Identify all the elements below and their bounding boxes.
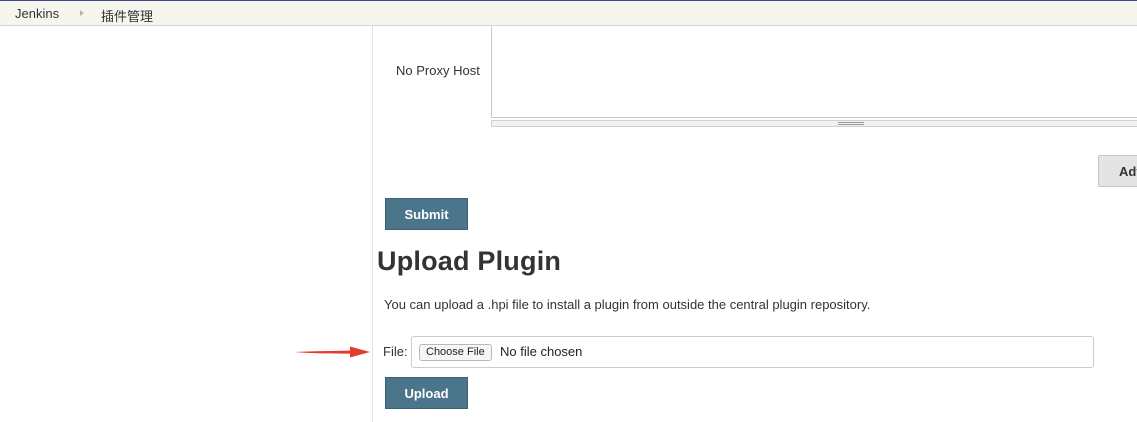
no-proxy-host-textarea[interactable] bbox=[491, 26, 1137, 118]
textarea-resize-handle[interactable] bbox=[491, 120, 1137, 127]
red-arrow-annotation-icon bbox=[294, 346, 370, 358]
upload-plugin-description: You can upload a .hpi file to install a … bbox=[384, 297, 871, 312]
breadcrumb-separator-icon bbox=[80, 10, 84, 16]
sidebar-divider bbox=[372, 26, 373, 422]
resize-grip-icon bbox=[838, 122, 864, 125]
breadcrumb-plugin-manager-link[interactable]: 插件管理 bbox=[101, 6, 153, 25]
submit-button[interactable]: Submit bbox=[385, 198, 468, 230]
file-input[interactable]: Choose File No file chosen bbox=[411, 336, 1094, 368]
upload-button[interactable]: Upload bbox=[385, 377, 468, 409]
choose-file-button[interactable]: Choose File bbox=[419, 344, 492, 361]
breadcrumb-jenkins-link[interactable]: Jenkins bbox=[15, 6, 59, 21]
breadcrumb-bar: Jenkins 插件管理 bbox=[0, 0, 1137, 26]
upload-plugin-title: Upload Plugin bbox=[377, 246, 562, 276]
file-label: File: bbox=[383, 344, 408, 359]
advanced-button[interactable]: Advanced... bbox=[1098, 155, 1137, 187]
file-status-text: No file chosen bbox=[500, 344, 583, 359]
no-proxy-host-label: No Proxy Host bbox=[396, 63, 480, 78]
